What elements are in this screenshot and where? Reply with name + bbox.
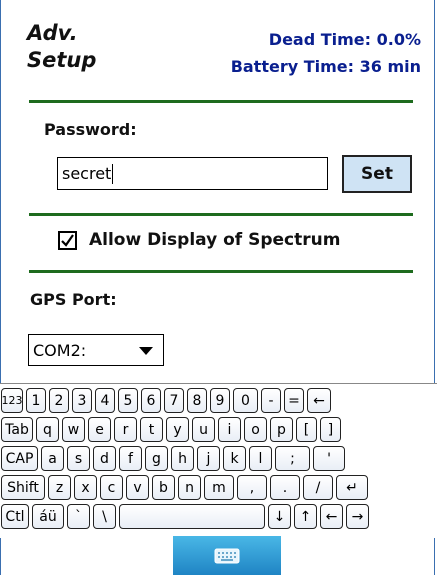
key-v[interactable]: v <box>126 475 149 500</box>
key-left-bracket[interactable]: [ <box>296 417 317 442</box>
key-w[interactable]: w <box>62 417 85 442</box>
spectrum-checkbox-label: Allow Display of Spectrum <box>89 230 341 250</box>
enter-icon[interactable]: ↵ <box>336 475 368 500</box>
key-k[interactable]: k <box>223 446 246 471</box>
key-r[interactable]: r <box>114 417 137 442</box>
key-minus[interactable]: - <box>261 388 281 413</box>
key-l[interactable]: l <box>249 446 272 471</box>
keyboard-row-4: Shift z x c v b n m , . / ↵ <box>1 475 371 502</box>
chevron-down-icon <box>139 347 153 355</box>
key-5[interactable]: 5 <box>118 388 138 413</box>
key-o[interactable]: o <box>244 417 267 442</box>
key-d[interactable]: d <box>93 446 116 471</box>
key-b[interactable]: b <box>152 475 175 500</box>
spectrum-option[interactable]: Allow Display of Spectrum <box>58 230 340 250</box>
key-m[interactable]: m <box>204 475 234 500</box>
key-apostrophe[interactable]: ' <box>313 446 345 471</box>
key-slash[interactable]: / <box>303 475 333 500</box>
key-8[interactable]: 8 <box>187 388 207 413</box>
key-period[interactable]: . <box>270 475 300 500</box>
key-backslash[interactable]: \ <box>93 504 116 529</box>
key-a[interactable]: a <box>41 446 64 471</box>
key-s[interactable]: s <box>67 446 90 471</box>
key-g[interactable]: g <box>145 446 168 471</box>
divider <box>29 213 413 216</box>
keyboard-row-3: CAP a s d f g h j k l ; ' <box>1 446 348 473</box>
key-9[interactable]: 9 <box>210 388 230 413</box>
key-7[interactable]: 7 <box>164 388 184 413</box>
key-h[interactable]: h <box>171 446 194 471</box>
divider <box>29 270 413 273</box>
key-123[interactable]: 123 <box>1 388 23 413</box>
key-c[interactable]: c <box>100 475 123 500</box>
key-semicolon[interactable]: ; <box>275 446 310 471</box>
key-shift[interactable]: Shift <box>1 475 45 500</box>
text-caret <box>112 163 114 184</box>
arrow-right-icon[interactable]: → <box>346 504 369 529</box>
soft-keyboard: 123 1 2 3 4 5 6 7 8 9 0 - = ← Tab q w e … <box>0 383 437 538</box>
password-input[interactable]: secret <box>57 157 328 190</box>
key-i[interactable]: i <box>218 417 241 442</box>
keyboard-toggle-button[interactable] <box>173 536 281 575</box>
space-bar[interactable] <box>119 504 265 529</box>
arrow-up-icon[interactable]: ↑ <box>294 504 317 529</box>
key-f[interactable]: f <box>119 446 142 471</box>
key-j[interactable]: j <box>197 446 220 471</box>
key-1[interactable]: 1 <box>26 388 46 413</box>
keyboard-row-2: Tab q w e r t y u i o p [ ] <box>1 417 344 444</box>
gps-port-value: COM2: <box>33 340 87 360</box>
keyboard-icon <box>214 548 240 563</box>
title-line-1: Adv. <box>27 21 78 45</box>
gps-port-select[interactable]: COM2: <box>28 334 164 366</box>
password-label: Password: <box>44 120 137 139</box>
key-accents[interactable]: áü <box>32 504 64 529</box>
key-u[interactable]: u <box>192 417 215 442</box>
spectrum-checkbox[interactable] <box>58 230 77 250</box>
key-4[interactable]: 4 <box>95 388 115 413</box>
key-6[interactable]: 6 <box>141 388 161 413</box>
key-p[interactable]: p <box>270 417 293 442</box>
arrow-down-icon[interactable]: ↓ <box>268 504 291 529</box>
key-tab[interactable]: Tab <box>1 417 33 442</box>
keyboard-row-1: 123 1 2 3 4 5 6 7 8 9 0 - = ← <box>1 388 334 415</box>
battery-time-status: Battery Time: 36 min <box>230 57 421 76</box>
key-ctl[interactable]: Ctl <box>1 504 29 529</box>
title-line-2: Setup <box>27 48 97 72</box>
key-3[interactable]: 3 <box>72 388 92 413</box>
key-x[interactable]: x <box>74 475 97 500</box>
key-n[interactable]: n <box>178 475 201 500</box>
keyboard-row-5: Ctl áü ` \ ↓ ↑ ← → <box>1 504 372 531</box>
gps-port-label: GPS Port: <box>30 290 117 309</box>
key-backtick[interactable]: ` <box>67 504 90 529</box>
key-2[interactable]: 2 <box>49 388 69 413</box>
page-title: Adv. Setup <box>27 20 96 74</box>
divider <box>29 100 413 103</box>
key-z[interactable]: z <box>48 475 71 500</box>
key-comma[interactable]: , <box>237 475 267 500</box>
backspace-icon[interactable]: ← <box>307 388 331 413</box>
key-t[interactable]: t <box>140 417 163 442</box>
checkmark-icon <box>61 233 74 247</box>
key-q[interactable]: q <box>36 417 59 442</box>
key-equals[interactable]: = <box>284 388 304 413</box>
password-value: secret <box>62 164 112 183</box>
set-button[interactable]: Set <box>342 155 412 193</box>
key-caps[interactable]: CAP <box>1 446 38 471</box>
key-y[interactable]: y <box>166 417 189 442</box>
key-0[interactable]: 0 <box>233 388 258 413</box>
arrow-left-icon[interactable]: ← <box>320 504 343 529</box>
key-e[interactable]: e <box>88 417 111 442</box>
key-right-bracket[interactable]: ] <box>320 417 341 442</box>
dead-time-status: Dead Time: 0.0% <box>268 30 421 49</box>
